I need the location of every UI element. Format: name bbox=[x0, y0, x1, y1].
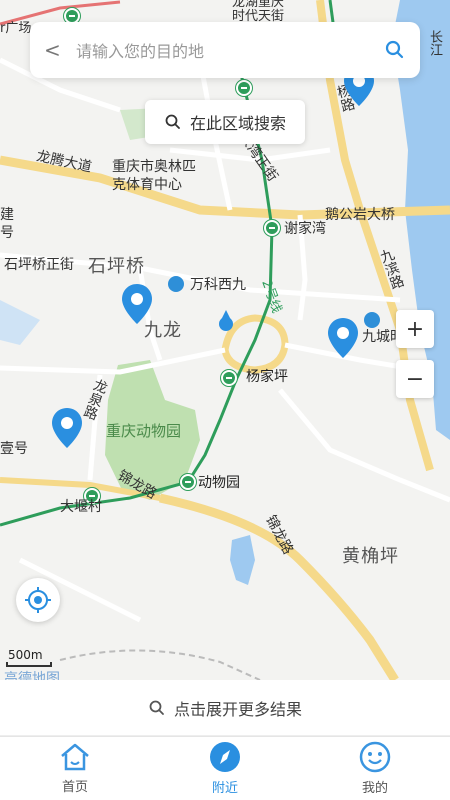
expand-results-label: 点击展开更多结果 bbox=[173, 699, 302, 719]
zoom-out-button[interactable]: − bbox=[396, 360, 434, 398]
search-input[interactable]: 请输入您的目的地 bbox=[76, 38, 384, 62]
metro-station-marker[interactable] bbox=[180, 474, 196, 490]
metro-station-marker[interactable] bbox=[264, 220, 280, 236]
metro-station-marker[interactable] bbox=[221, 370, 237, 386]
map-scale-label: 500m bbox=[8, 648, 43, 662]
map-label: 长江 bbox=[427, 30, 442, 56]
search-icon bbox=[149, 700, 164, 715]
map-label: 克体育中心 bbox=[112, 177, 182, 193]
map-label: 石坪桥 bbox=[88, 256, 145, 277]
map-label: 谢家湾 bbox=[284, 221, 326, 237]
map-label: 鹅公岩大桥 bbox=[325, 207, 395, 223]
map-label: 黄桷坪 bbox=[342, 546, 399, 567]
map-label: 建 bbox=[0, 207, 14, 223]
compass-icon bbox=[210, 742, 240, 772]
map-label: 壹号 bbox=[0, 441, 28, 457]
smiley-icon bbox=[359, 741, 391, 773]
map-watermark: 高德地图 bbox=[4, 671, 60, 680]
map-label: 大堰村 bbox=[60, 499, 102, 515]
zoom-in-button[interactable]: + bbox=[396, 310, 434, 348]
location-pin[interactable] bbox=[328, 318, 358, 358]
map-scale-bar bbox=[6, 662, 52, 667]
map-label: 龙湖重庆 bbox=[232, 0, 285, 10]
bottom-tab-bar: 首页 附近 我的 bbox=[0, 736, 450, 800]
search-icon bbox=[165, 114, 180, 129]
tab-nearby[interactable]: 附近 bbox=[150, 737, 300, 800]
locate-button[interactable] bbox=[16, 578, 60, 622]
map-label: 九龙 bbox=[144, 320, 182, 341]
expand-results-button[interactable]: 点击展开更多结果 bbox=[0, 680, 450, 736]
home-icon bbox=[61, 743, 89, 771]
map-label: r广场 bbox=[0, 21, 32, 36]
tab-label: 我的 bbox=[361, 781, 388, 796]
location-pin[interactable] bbox=[52, 408, 82, 448]
map-label: 重庆市奥林匹 bbox=[112, 159, 196, 175]
map-label: 万科西九 bbox=[190, 277, 246, 293]
search-icon[interactable] bbox=[384, 39, 406, 61]
tab-home[interactable]: 首页 bbox=[0, 737, 150, 800]
tab-label: 首页 bbox=[61, 780, 88, 795]
crosshair-icon bbox=[25, 587, 51, 613]
current-location-arrow-icon bbox=[219, 310, 233, 331]
school-icon[interactable] bbox=[364, 312, 380, 328]
map-label: 重庆动物园 bbox=[106, 422, 182, 440]
map-label: 石坪桥正街 bbox=[4, 257, 74, 273]
map-view[interactable]: 龙湖重庆 时代天街 r广场 长江 重庆市奥林匹 克体育中心 龙腾大道 家湾正街 … bbox=[0, 0, 450, 680]
back-icon[interactable]: < bbox=[44, 38, 66, 62]
metro-station-marker[interactable] bbox=[236, 80, 252, 96]
map-label: 号 bbox=[0, 225, 14, 241]
tab-profile[interactable]: 我的 bbox=[300, 737, 450, 800]
tab-label: 附近 bbox=[211, 781, 238, 796]
search-this-area-label: 在此区域搜索 bbox=[189, 114, 286, 133]
search-this-area-button[interactable]: 在此区域搜索 bbox=[145, 100, 305, 144]
map-label: 动物园 bbox=[198, 475, 240, 491]
building-icon[interactable] bbox=[168, 276, 184, 292]
search-bar[interactable]: < 请输入您的目的地 bbox=[30, 22, 420, 78]
map-label: 杨家坪 bbox=[246, 369, 288, 385]
location-pin[interactable] bbox=[122, 284, 152, 324]
